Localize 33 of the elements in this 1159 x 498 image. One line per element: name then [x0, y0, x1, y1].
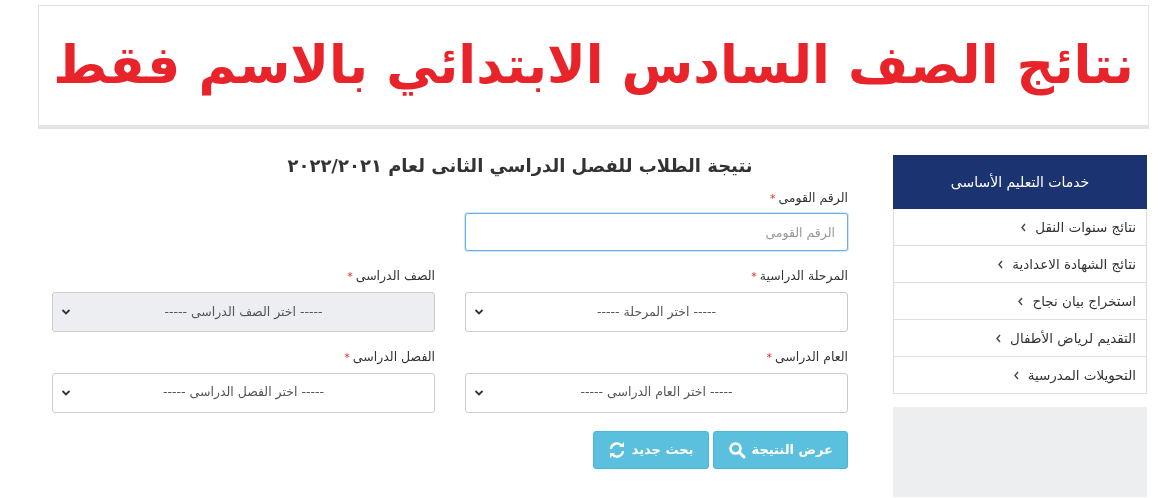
chevron-icon: [1020, 222, 1028, 232]
sidebar-link[interactable]: التحويلات المدرسية: [893, 357, 1147, 394]
national-id-field[interactable]: الرقم القومى: [465, 213, 848, 252]
sidebar-header: خدمات التعليم الأساسى: [893, 155, 1147, 209]
dropdown-caret-icon: [474, 388, 484, 397]
select-field[interactable]: ----- اختر العام الدراسى -----: [465, 372, 848, 413]
sidebar-link[interactable]: نتائج الشهادة الاعدادية: [893, 246, 1147, 283]
sidebar-link[interactable]: استخراج بيان نجاح: [893, 283, 1147, 320]
required-mark: *: [347, 270, 353, 284]
required-mark: *: [769, 191, 776, 205]
field-label: المرحلة الدراسية *: [750, 267, 848, 286]
field-label: الرقم القومى *: [768, 188, 848, 208]
dropdown-caret-icon: [61, 308, 71, 317]
field-label: الصف الدراسى *: [346, 267, 435, 286]
required-mark: *: [751, 270, 757, 284]
chevron-icon: [1012, 370, 1020, 380]
field-label: الفصل الدراسى *: [343, 348, 435, 367]
form-title: نتيجة الطلاب للفصل الدراسي الثانى لعام ٢٠٢٢/٢٠٢١: [286, 155, 754, 177]
required-mark: *: [766, 351, 772, 365]
chevron-icon: [995, 333, 1003, 343]
sidebar-link[interactable]: التقديم لرياض الأطفال: [893, 320, 1147, 357]
select-field[interactable]: ----- اختر المرحلة -----: [465, 292, 848, 333]
banner-title: نتائج الصف السادس الابتدائي بالاسم فقط: [53, 34, 1134, 97]
search-icon: [727, 440, 746, 459]
chevron-icon: [1017, 296, 1025, 306]
sidebar-link[interactable]: نتائج سنوات النقل: [893, 209, 1147, 246]
dropdown-caret-icon: [474, 308, 484, 317]
select-field[interactable]: ----- اختر الفصل الدراسى -----: [52, 372, 435, 413]
chevron-icon: [997, 259, 1005, 269]
field-label: العام الدراسى *: [765, 348, 848, 367]
required-mark: *: [344, 351, 350, 365]
refresh-icon: [607, 440, 626, 459]
dropdown-caret-icon: [61, 388, 71, 397]
